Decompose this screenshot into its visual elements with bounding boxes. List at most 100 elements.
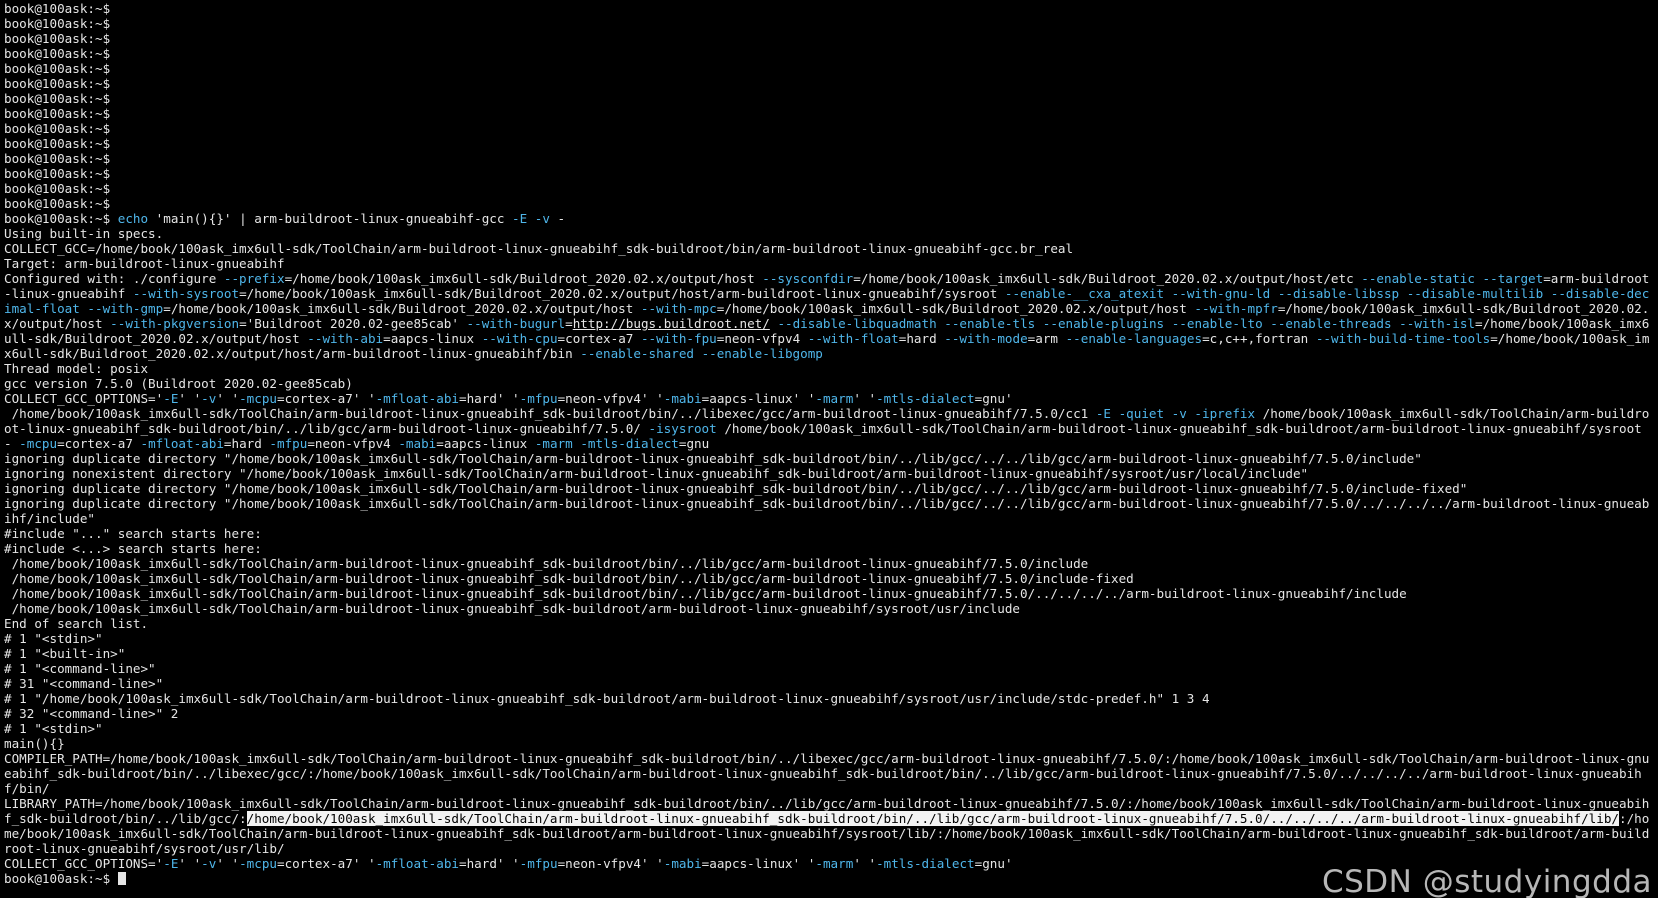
terminal-text: =/home/book/100ask_imx6ull-sdk/Buildroot… (239, 286, 1005, 301)
highlighted-option: --enable-languages (1065, 331, 1203, 346)
terminal-line: book@100ask:~$ (4, 1, 1655, 16)
terminal-line: book@100ask:~$ (4, 46, 1655, 61)
highlighted-option: -mcpu (19, 436, 58, 451)
terminal-text: =/home/book/100ask_imx6ull-sdk/Buildroot… (853, 271, 1362, 286)
terminal-text: = (565, 316, 573, 331)
terminal-line: /home/book/100ask_imx6ull-sdk/ToolChain/… (4, 601, 1655, 616)
terminal-text: book@100ask:~$ (4, 871, 118, 886)
terminal-line: End of search list. (4, 616, 1655, 631)
terminal-text: ' ' (178, 856, 202, 871)
terminal-line: book@100ask:~$ (4, 61, 1655, 76)
terminal-line: book@100ask:~$ (4, 121, 1655, 136)
terminal-line: book@100ask:~$ (4, 196, 1655, 211)
highlighted-option: -E -v (512, 211, 550, 226)
highlighted-option: --with-mode (944, 331, 1028, 346)
terminal-text: =hard' ' (458, 856, 520, 871)
terminal-line: # 1 "<stdin>" (4, 721, 1655, 736)
terminal-text: =cortex-a7 (557, 331, 641, 346)
terminal-text: book@100ask:~$ (4, 151, 111, 166)
terminal-link[interactable]: http://bugs.buildroot.net/ (573, 316, 770, 331)
terminal-line: gcc version 7.5.0 (Buildroot 2020.02-gee… (4, 376, 1655, 391)
highlighted-option: --with-fpu (640, 331, 717, 346)
highlighted-option: --prefix (223, 271, 285, 286)
terminal-text: # 31 "<command-line>" (4, 676, 164, 691)
terminal-text: ignoring duplicate directory "/home/book… (4, 451, 1422, 466)
highlighted-option: -v (201, 856, 217, 871)
highlighted-option: -mfpu (519, 391, 558, 406)
terminal-text: book@100ask:~$ (4, 91, 111, 106)
terminal-text: End of search list. (4, 616, 149, 631)
terminal-text: main(){} (4, 736, 65, 751)
highlighted-option: --with-abi (307, 331, 384, 346)
terminal-cursor (117, 872, 126, 885)
highlighted-option: --with-mpfr (1194, 301, 1278, 316)
highlighted-option: -mabi (663, 391, 702, 406)
terminal-text: COLLECT_GCC_OPTIONS=' (4, 856, 164, 871)
terminal-text: =neon-vfpv4 (307, 436, 399, 451)
terminal-output[interactable]: book@100ask:~$ book@100ask:~$ book@100ask:… (4, 1, 1658, 886)
terminal-line: # 32 "<command-line>" 2 (4, 706, 1655, 721)
highlighted-option: -E -quiet -v -iprefix (1095, 406, 1256, 421)
terminal-line: COMPILER_PATH=/home/book/100ask_imx6ull-… (4, 751, 1655, 796)
highlighted-option: --disable-libquadmath --enable-tls --ena… (777, 316, 1475, 331)
terminal-text: =hard (898, 331, 945, 346)
highlighted-option: -mtls-dialect (876, 856, 975, 871)
terminal-line: book@100ask:~$ (4, 76, 1655, 91)
highlighted-option: --with-pkgversion (110, 316, 240, 331)
highlighted-option: -E (163, 391, 179, 406)
terminal-text: ignoring duplicate directory "/home/book… (4, 481, 1468, 496)
terminal-text: /home/book/100ask_imx6ull-sdk/ToolChain/… (4, 571, 1134, 586)
highlighted-option: --with-bugurl (466, 316, 566, 331)
terminal-text: ignoring nonexistent directory "/home/bo… (4, 466, 1309, 481)
terminal-text: book@100ask:~$ (4, 181, 111, 196)
terminal-text: =/home/book/100ask_imx6ull-sdk/Buildroot… (716, 301, 1195, 316)
terminal-text: # 1 "<stdin>" (4, 721, 103, 736)
terminal-text: =hard (223, 436, 270, 451)
highlighted-option: --enable-shared --enable-libgomp (580, 346, 823, 361)
terminal-text: book@100ask:~$ (4, 106, 111, 121)
terminal-text: /home/book/100ask_imx6ull-sdk/ToolChain/… (4, 586, 1407, 601)
terminal-line: book@100ask:~$ (4, 106, 1655, 121)
terminal-text: book@100ask:~$ (4, 136, 111, 151)
terminal-line: COLLECT_GCC=/home/book/100ask_imx6ull-sd… (4, 241, 1655, 256)
terminal-text: COMPILER_PATH=/home/book/100ask_imx6ull-… (4, 751, 1650, 796)
terminal-text: =/home/book/100ask_imx6ull-sdk/Buildroot… (284, 271, 763, 286)
highlighted-option: -mabi (398, 436, 437, 451)
terminal-text: 'main(){}' | arm-buildroot-linux-gnueabi… (148, 211, 513, 226)
terminal-text: - (549, 211, 566, 226)
terminal-line: # 1 "<built-in>" (4, 646, 1655, 661)
terminal-line: Target: arm-buildroot-linux-gnueabihf (4, 256, 1655, 271)
terminal-line: ignoring duplicate directory "/home/book… (4, 481, 1655, 496)
terminal-line: book@100ask:~$ (4, 151, 1655, 166)
terminal-text: book@100ask:~$ (4, 31, 111, 46)
terminal-text: =neon-vfpv4 (716, 331, 808, 346)
highlighted-option: -v (201, 391, 217, 406)
terminal-text: =cortex-a7' ' (277, 856, 376, 871)
terminal-line: ignoring nonexistent directory "/home/bo… (4, 466, 1655, 481)
terminal-window[interactable]: book@100ask:~$ book@100ask:~$ book@100ask:… (0, 0, 1658, 898)
terminal-text: ' ' (178, 391, 202, 406)
terminal-line: book@100ask:~$ (4, 31, 1655, 46)
terminal-line: Using built-in specs. (4, 226, 1655, 241)
terminal-text: =neon-vfpv4' ' (557, 856, 664, 871)
highlighted-option: -isysroot (648, 421, 717, 436)
terminal-text: =cortex-a7 (57, 436, 141, 451)
terminal-text: # 1 "<command-line>" (4, 661, 156, 676)
terminal-line: ignoring duplicate directory "/home/book… (4, 496, 1655, 526)
terminal-text: =/home/book/100ask_imx6ull-sdk/Buildroot… (163, 301, 641, 316)
highlighted-option: -mabi (663, 856, 702, 871)
terminal-line: COLLECT_GCC_OPTIONS='-E' '-v' '-mcpu=cor… (4, 391, 1655, 406)
terminal-text: book@100ask:~$ (4, 76, 111, 91)
highlighted-option: -mfloat-abi (375, 391, 459, 406)
terminal-text: /home/book/100ask_imx6ull-sdk/ToolChain/… (4, 406, 1096, 421)
terminal-text: ' ' (216, 856, 240, 871)
terminal-line: book@100ask:~$ (4, 166, 1655, 181)
terminal-line: /home/book/100ask_imx6ull-sdk/ToolChain/… (4, 586, 1655, 601)
terminal-text: =aapcs-linux (436, 436, 535, 451)
terminal-line: book@100ask:~$ (4, 136, 1655, 151)
terminal-line: /home/book/100ask_imx6ull-sdk/ToolChain/… (4, 556, 1655, 571)
terminal-line: /home/book/100ask_imx6ull-sdk/ToolChain/… (4, 406, 1655, 451)
terminal-line: # 1 "<stdin>" (4, 631, 1655, 646)
terminal-text: book@100ask:~$ (4, 121, 111, 136)
terminal-line: /home/book/100ask_imx6ull-sdk/ToolChain/… (4, 571, 1655, 586)
